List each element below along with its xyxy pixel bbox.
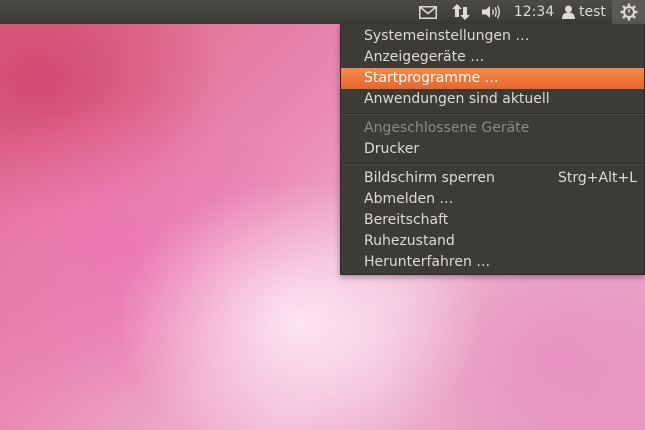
menu-item-label: Abmelden … [364,191,454,207]
clock-time: 12:34 [513,4,555,20]
gear-power-icon [620,3,637,21]
session-menu: Systemeinstellungen … Anzeigegeräte … St… [340,24,645,275]
menu-item-label: Startprogramme … [364,70,499,86]
menu-item-connected-devices: Angeschlossene Geräte [341,118,644,139]
menu-item-suspend[interactable]: Bereitschaft [341,210,644,231]
envelope-icon [419,5,437,19]
user-name: test [579,4,606,20]
person-icon [562,5,575,19]
menu-item-label: Anzeigegeräte … [364,49,485,65]
menu-item-label: Ruhezustand [364,233,455,249]
network-indicator[interactable] [450,0,472,24]
menu-item-updates[interactable]: Anwendungen sind aktuell [341,89,644,110]
menu-separator [342,163,643,165]
menu-item-label: Angeschlossene Geräte [364,120,530,136]
shortcut-label: Strg+Alt+L [558,170,637,186]
menu-item-log-out[interactable]: Abmelden … [341,189,644,210]
network-arrows-icon [452,4,470,20]
menu-item-hibernate[interactable]: Ruhezustand [341,231,644,252]
menu-item-label: Bildschirm sperren [364,170,495,186]
menu-item-displays[interactable]: Anzeigegeräte … [341,47,644,68]
session-indicator[interactable] [612,0,645,24]
sound-indicator[interactable] [480,0,504,24]
top-panel: 12:34 test [0,0,645,24]
speaker-icon [482,5,500,19]
menu-item-startup-applications[interactable]: Startprogramme … [341,68,644,89]
menu-separator [342,113,643,115]
menu-item-printers[interactable]: Drucker [341,139,644,160]
menu-item-label: Drucker [364,141,420,157]
menu-item-lock-screen[interactable]: Bildschirm sperren Strg+Alt+L [341,168,644,189]
menu-item-shut-down[interactable]: Herunterfahren … [341,252,644,273]
menu-item-label: Anwendungen sind aktuell [364,91,550,107]
user-indicator[interactable]: test [562,0,612,24]
menu-item-label: Systemeinstellungen … [364,28,530,44]
menu-item-label: Herunterfahren … [364,254,491,270]
menu-item-label: Bereitschaft [364,212,449,228]
menu-item-system-settings[interactable]: Systemeinstellungen … [341,26,644,47]
clock-indicator[interactable]: 12:34 [512,0,556,24]
messaging-indicator[interactable] [416,0,440,24]
